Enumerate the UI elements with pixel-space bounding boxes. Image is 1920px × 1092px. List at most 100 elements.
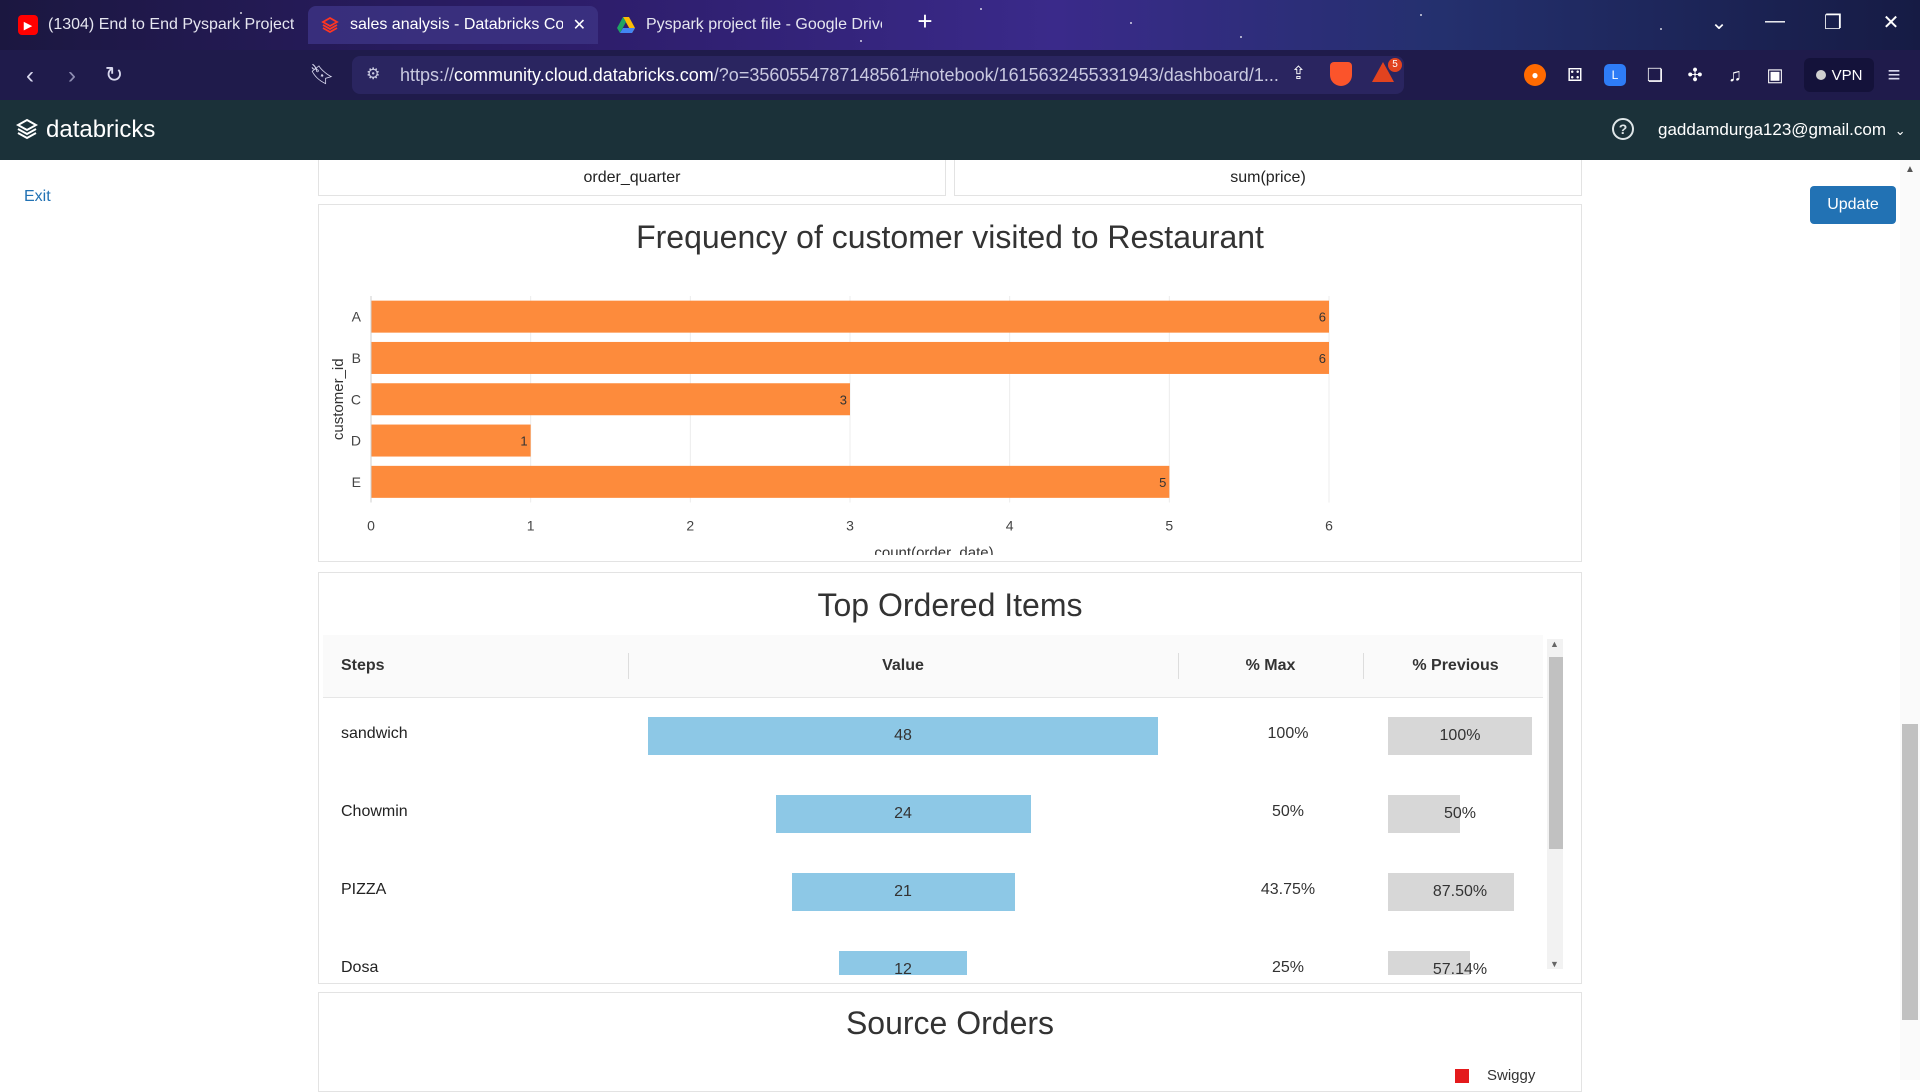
page-scrollbar[interactable]: ▲	[1900, 160, 1920, 1080]
header-steps: Steps	[341, 657, 385, 674]
back-button[interactable]: ‹	[16, 62, 44, 90]
x-tick-label: 0	[367, 518, 375, 534]
databricks-logo[interactable]: databricks	[16, 116, 155, 144]
y-axis-label: customer_id	[330, 358, 347, 440]
close-window-button[interactable]: ✕	[1876, 10, 1906, 35]
step-label: sandwich	[341, 725, 408, 742]
minimize-button[interactable]: —	[1760, 10, 1790, 33]
column-header-sum-price: sum(price)	[954, 160, 1582, 196]
close-tab-icon[interactable]: ✕	[573, 15, 586, 35]
funnel-row: sandwich 48 100% 100%	[323, 697, 1543, 775]
chart-title: Frequency of customer visited to Restaur…	[636, 219, 1264, 255]
puzzle-extensions-icon[interactable]: ✣	[1684, 64, 1706, 86]
x-tick-label: 1	[527, 518, 535, 534]
address-bar[interactable]: ⚙ https://community.cloud.databricks.com…	[352, 56, 1404, 94]
pct-previous-value: 87.50%	[1432, 883, 1488, 900]
vpn-status-icon	[1815, 70, 1826, 80]
tab-google-drive[interactable]: Pyspark project file - Google Drive	[604, 6, 894, 44]
bar-chart-card: Frequency of customer visited to Restaur…	[318, 204, 1582, 562]
header-value: Value	[882, 657, 924, 674]
value-bar: 48	[648, 717, 1158, 755]
page-scroll-up-arrow[interactable]: ▲	[1905, 164, 1915, 175]
scrollbar-thumb[interactable]	[1549, 657, 1563, 849]
browser-tab-bar: ▶ (1304) End to End Pyspark Project | P …	[0, 0, 1920, 50]
url-path: /?o=3560554787148561#notebook/1615632455…	[713, 64, 1279, 85]
data-label: 6	[1319, 310, 1326, 325]
data-label: 1	[520, 434, 527, 449]
value-label: 48	[894, 727, 912, 744]
bar	[371, 424, 531, 457]
value-label: 12	[894, 961, 912, 975]
databricks-icon	[320, 15, 340, 35]
scroll-down-arrow[interactable]: ▼	[1550, 959, 1559, 969]
data-label: 6	[1319, 351, 1326, 366]
exit-link[interactable]: Exit	[24, 188, 51, 206]
lastpass-extension-icon[interactable]: L	[1604, 64, 1626, 86]
vpn-button[interactable]: VPN	[1804, 58, 1874, 92]
update-button[interactable]: Update	[1810, 186, 1896, 224]
pct-previous-value: 57.14%	[1432, 961, 1488, 975]
column-header-order-quarter: order_quarter	[318, 160, 946, 196]
data-label: 3	[840, 392, 847, 407]
wallet-icon[interactable]: ▣	[1764, 64, 1786, 86]
funnel-scrollbar[interactable]: ▲ ▼	[1547, 639, 1563, 969]
legend-swatch	[1455, 1068, 1469, 1083]
y-tick-label: D	[351, 433, 361, 449]
bar	[371, 383, 850, 416]
bookmark-icon[interactable]: 🔖︎	[308, 62, 336, 87]
source-orders-title: Source Orders	[845, 1005, 1055, 1041]
copy-extension-icon[interactable]: ❏	[1644, 64, 1666, 86]
chevron-down-icon: ⌄	[1894, 123, 1906, 138]
help-icon[interactable]: ?	[1612, 118, 1634, 140]
x-tick-label: 4	[1006, 518, 1014, 534]
tab-youtube[interactable]: ▶ (1304) End to End Pyspark Project | P	[6, 6, 306, 44]
pct-max-value: 100%	[1267, 725, 1309, 742]
tab-title: (1304) End to End Pyspark Project | P	[48, 16, 294, 33]
share-icon[interactable]: ⇪	[1291, 63, 1306, 84]
source-orders-card: Source Orders Swiggy	[318, 992, 1582, 1092]
funnel-row: PIZZA 21 43.75% 87.50%	[323, 853, 1543, 931]
funnel-card: Top Ordered Items Steps Value % Max % Pr…	[318, 572, 1582, 984]
y-tick-label: C	[351, 391, 361, 407]
scroll-up-arrow[interactable]: ▲	[1550, 639, 1559, 649]
value-bar: 24	[775, 795, 1031, 833]
funnel-row: Chowmin 24 50% 50%	[323, 775, 1543, 853]
logo-text: databricks	[46, 116, 156, 143]
tab-databricks[interactable]: sales analysis - Databricks Comm ✕	[308, 6, 598, 44]
x-tick-label: 2	[686, 518, 694, 534]
tab-title: Pyspark project file - Google Drive	[646, 16, 882, 33]
pct-previous-value: 100%	[1439, 727, 1481, 744]
music-icon[interactable]: ♫	[1724, 64, 1746, 86]
new-tab-button[interactable]: +	[910, 6, 940, 37]
pct-previous-value: 50%	[1443, 805, 1477, 822]
translate-extension-icon[interactable]: ⚃	[1564, 64, 1586, 86]
value-label: 21	[894, 883, 912, 900]
site-settings-icon[interactable]: ⚙	[366, 64, 380, 84]
extension-icon[interactable]: ●	[1524, 64, 1546, 86]
x-tick-label: 3	[846, 518, 854, 534]
databricks-logo-icon	[16, 118, 38, 140]
step-label: Chowmin	[341, 803, 408, 820]
reload-button[interactable]: ↻	[100, 62, 128, 88]
menu-icon[interactable]: ≡	[1880, 62, 1908, 88]
url-domain: community.cloud.databricks.com	[454, 64, 714, 85]
restore-button[interactable]: ❐	[1818, 10, 1848, 35]
brave-shields-icon[interactable]	[1330, 62, 1352, 86]
legend-label: Swiggy	[1487, 1067, 1536, 1084]
tab-search-chevron-icon[interactable]: ⌄	[1704, 10, 1734, 35]
user-menu[interactable]: gaddamdurga123@gmail.com ⌄	[1658, 120, 1906, 140]
x-tick-label: 6	[1325, 518, 1333, 534]
x-axis-label: count(order_date)	[874, 545, 993, 556]
legend-item-swiggy: Swiggy	[1455, 1067, 1535, 1084]
value-bar: 21	[791, 873, 1015, 911]
google-drive-icon	[616, 15, 636, 35]
header-pct-max: % Max	[1245, 657, 1296, 674]
funnel-row: Dosa 12 25% 57.14%	[323, 931, 1543, 975]
funnel-table: Steps Value % Max % Previous sandwich 48 1…	[319, 573, 1583, 975]
page-scrollbar-thumb[interactable]	[1902, 724, 1918, 1020]
bar	[371, 300, 1329, 333]
y-tick-label: B	[352, 350, 361, 366]
forward-button[interactable]: ›	[58, 62, 86, 90]
pct-max-value: 50%	[1271, 803, 1305, 820]
bar	[371, 465, 1170, 498]
